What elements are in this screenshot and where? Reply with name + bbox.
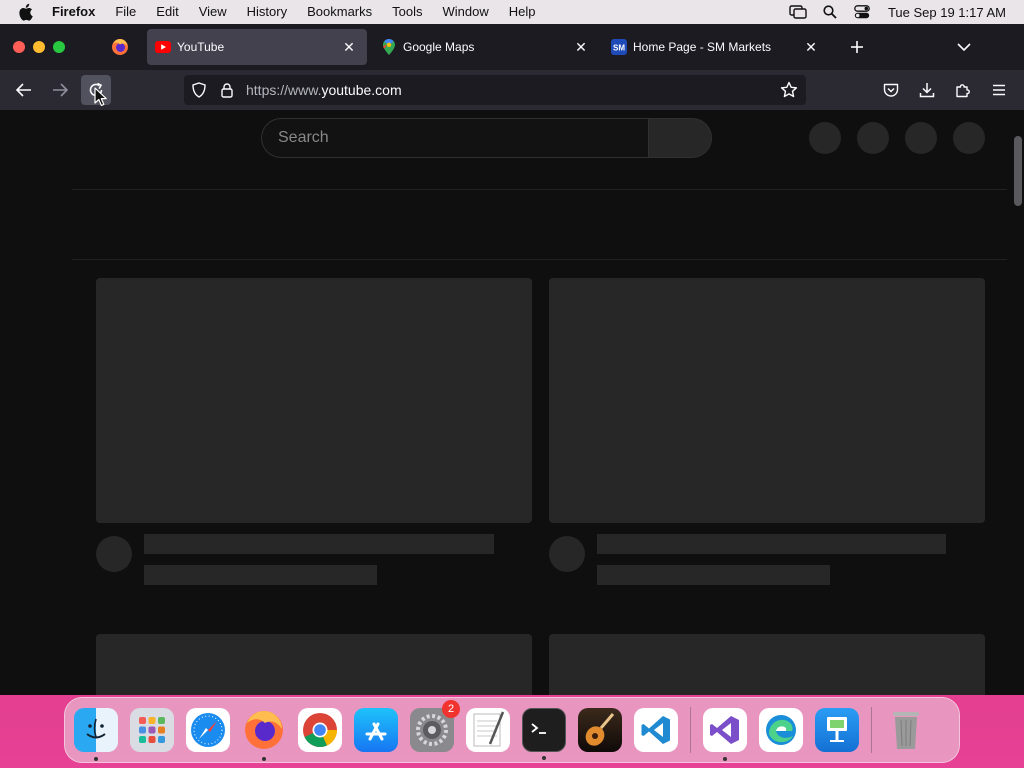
video-thumbnail-skeleton (96, 278, 532, 523)
tab-title: Google Maps (403, 40, 475, 54)
menu-bar-clock[interactable]: Tue Sep 19 1:17 AM (888, 5, 1006, 20)
menu-bookmarks[interactable]: Bookmarks (297, 0, 382, 24)
microsoft-edge-icon[interactable] (759, 708, 803, 752)
channel-avatar-skeleton (549, 536, 585, 572)
terminal-icon[interactable] (522, 708, 566, 760)
google-chrome-icon[interactable] (298, 708, 342, 752)
pocket-icon[interactable] (876, 75, 906, 105)
extensions-puzzle-icon[interactable] (948, 75, 978, 105)
header-placeholder-circle (857, 122, 889, 154)
tab-sm-markets[interactable]: SM Home Page - SM Markets ✕ (603, 29, 829, 65)
chips-divider (72, 259, 1007, 260)
screen-mirroring-icon[interactable] (786, 0, 810, 24)
youtube-page: Search (0, 110, 1024, 695)
keynote-icon[interactable] (815, 708, 859, 752)
apple-menu-icon[interactable] (18, 3, 38, 21)
finder-icon[interactable] (74, 708, 118, 761)
bookmark-star-icon[interactable] (778, 79, 800, 101)
tab-bar: YouTube ✕ Google Maps ✕ SM Home Page - S… (0, 24, 1024, 70)
firefox-dock-icon[interactable] (242, 708, 286, 761)
app-store-icon[interactable] (354, 708, 398, 752)
notification-badge: 2 (442, 700, 460, 718)
safari-icon[interactable] (186, 708, 230, 752)
tab-google-maps[interactable]: Google Maps ✕ (373, 29, 599, 65)
firefox-window: YouTube ✕ Google Maps ✕ SM Home Page - S… (0, 24, 1024, 695)
close-tab-icon[interactable]: ✕ (803, 39, 819, 55)
video-thumbnail-skeleton (549, 278, 985, 523)
window-minimize-button[interactable] (33, 41, 45, 53)
list-all-tabs-chevron-down-icon[interactable] (950, 33, 978, 61)
svg-text:SM: SM (613, 44, 625, 53)
running-indicator (262, 757, 266, 761)
video-title-skeleton (144, 534, 494, 554)
menu-file[interactable]: File (105, 0, 146, 24)
page-scrollbar[interactable] (1014, 136, 1022, 206)
youtube-favicon-icon (155, 39, 171, 55)
header-divider (72, 189, 1007, 190)
mouse-pointer-icon (94, 87, 107, 107)
visual-studio-code-icon[interactable] (634, 708, 678, 752)
hamburger-menu-icon[interactable] (984, 75, 1014, 105)
header-placeholder-circle (905, 122, 937, 154)
control-center-icon[interactable] (850, 0, 874, 24)
spotlight-search-icon[interactable] (818, 0, 842, 24)
menu-edit[interactable]: Edit (146, 0, 188, 24)
address-bar[interactable]: https://www.youtube.com (184, 75, 806, 105)
header-placeholder-circle (953, 122, 985, 154)
forward-arrow-icon[interactable] (45, 75, 75, 105)
url-domain: youtube.com (321, 82, 402, 98)
video-title-skeleton (597, 534, 946, 554)
close-tab-icon[interactable]: ✕ (341, 39, 357, 55)
trash-icon[interactable] (884, 708, 928, 752)
new-tab-plus-icon[interactable] (843, 33, 871, 61)
firefox-view-icon[interactable] (111, 37, 131, 57)
youtube-search-button[interactable] (648, 118, 712, 158)
macos-menu-bar: Firefox File Edit View History Bookmarks… (0, 0, 1024, 24)
channel-avatar-skeleton (96, 536, 132, 572)
youtube-search-input[interactable]: Search (261, 118, 649, 158)
menu-history[interactable]: History (237, 0, 297, 24)
menu-app-name[interactable]: Firefox (52, 0, 105, 24)
garageband-guitar-icon[interactable] (578, 708, 622, 752)
header-placeholder-circle (809, 122, 841, 154)
video-meta-skeleton (144, 565, 377, 585)
tab-title: YouTube (177, 40, 225, 54)
search-placeholder: Search (278, 129, 329, 146)
menu-window[interactable]: Window (433, 0, 499, 24)
window-controls (13, 41, 65, 53)
window-zoom-button[interactable] (53, 41, 65, 53)
url-prefix: https://www. (246, 82, 322, 98)
dock-separator (690, 707, 691, 753)
tab-youtube[interactable]: YouTube ✕ (147, 29, 367, 65)
tracking-protection-shield-icon[interactable] (188, 79, 210, 101)
sm-markets-favicon-icon: SM (611, 39, 627, 55)
dock-separator (871, 707, 872, 753)
system-settings-gear-icon[interactable]: 2 (410, 700, 460, 752)
downloads-icon[interactable] (912, 75, 942, 105)
menu-view[interactable]: View (189, 0, 237, 24)
close-tab-icon[interactable]: ✕ (573, 39, 589, 55)
textedit-icon[interactable] (466, 708, 510, 752)
tab-title: Home Page - SM Markets (633, 40, 772, 54)
video-meta-skeleton (597, 565, 830, 585)
running-indicator (542, 756, 546, 760)
video-thumbnail-skeleton (549, 634, 985, 695)
window-close-button[interactable] (13, 41, 25, 53)
back-arrow-icon[interactable] (9, 75, 39, 105)
visual-studio-icon[interactable] (703, 708, 747, 761)
running-indicator (723, 757, 727, 761)
macos-dock: 2 (64, 697, 960, 763)
google-maps-favicon-icon (381, 39, 397, 55)
menu-help[interactable]: Help (499, 0, 546, 24)
menu-tools[interactable]: Tools (382, 0, 432, 24)
toolbar-right-actions (876, 75, 1014, 105)
url-text[interactable]: https://www.youtube.com (246, 82, 402, 98)
lock-icon[interactable] (216, 79, 238, 101)
running-indicator (94, 757, 98, 761)
navigation-toolbar: https://www.youtube.com (0, 70, 1024, 110)
launchpad-icon[interactable] (130, 708, 174, 752)
video-thumbnail-skeleton (96, 634, 532, 695)
